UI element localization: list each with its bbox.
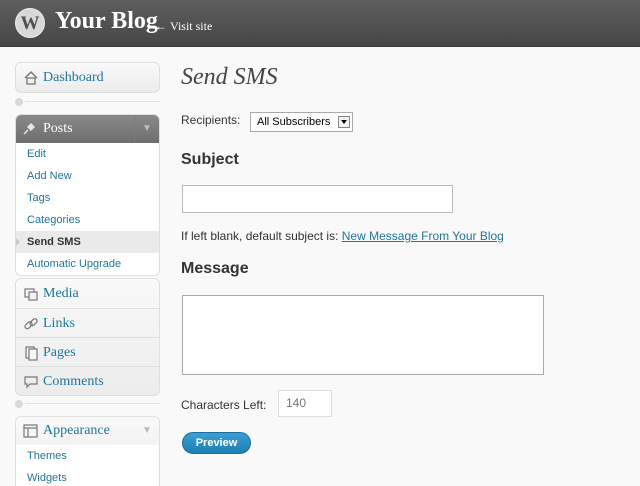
menu-separator xyxy=(15,98,160,106)
media-icon xyxy=(24,288,38,301)
separator-dot xyxy=(15,98,23,106)
menu-item-label: Posts xyxy=(43,121,73,136)
submenu-item-send-sms[interactable]: Send SMS xyxy=(16,231,159,253)
menu-appearance-box: Appearance ▼ Themes Widgets xyxy=(15,416,160,486)
wordpress-logo-icon: W xyxy=(15,8,45,38)
menu-separator xyxy=(15,400,160,408)
visit-site-link[interactable]: ← Visit site xyxy=(155,19,212,34)
submenu-item-automatic-upgrade[interactable]: Automatic Upgrade xyxy=(16,253,159,275)
submenu-item-categories[interactable]: Categories xyxy=(16,209,159,231)
menu-item-label: Comments xyxy=(43,374,104,389)
chevron-down-icon[interactable]: ▼ xyxy=(135,417,159,445)
recipients-select[interactable]: All Subscribers xyxy=(250,112,353,132)
menu-dashboard-box: Dashboard xyxy=(15,62,160,93)
default-note-text: If left blank, default subject is: xyxy=(181,229,342,243)
message-heading: Message xyxy=(181,260,249,277)
menu-content-box: Media Links Pages Comments xyxy=(15,278,160,396)
house-icon xyxy=(24,70,38,85)
recipients-selected-value: All Subscribers xyxy=(257,116,331,128)
submenu-item-themes[interactable]: Themes xyxy=(16,445,159,467)
appearance-icon xyxy=(23,424,38,438)
submenu-item-widgets[interactable]: Widgets xyxy=(16,467,159,486)
pages-icon xyxy=(25,346,38,361)
pushpin-icon xyxy=(23,123,35,135)
current-pointer-icon xyxy=(16,237,20,247)
menu-item-label: Pages xyxy=(43,345,76,360)
admin-header: W Your Blog ← Visit site xyxy=(0,0,640,47)
menu-item-appearance[interactable]: Appearance ▼ xyxy=(16,417,159,445)
recipients-label: Recipients: xyxy=(181,113,241,127)
default-subject-link[interactable]: New Message From Your Blog xyxy=(342,229,504,243)
submenu-item-edit[interactable]: Edit xyxy=(16,143,159,165)
menu-item-label: Dashboard xyxy=(43,70,104,85)
menu-item-comments[interactable]: Comments xyxy=(16,366,159,395)
visit-site-label: Visit site xyxy=(170,19,213,33)
menu-item-posts[interactable]: Posts ▼ xyxy=(16,115,159,143)
menu-item-media[interactable]: Media xyxy=(16,279,159,308)
page-title: Send SMS xyxy=(181,64,278,90)
menu-item-pages[interactable]: Pages xyxy=(16,337,159,366)
menu-item-links[interactable]: Links xyxy=(16,308,159,337)
separator-dot xyxy=(15,400,23,408)
default-subject-note: If left blank, default subject is: New M… xyxy=(181,229,504,243)
menu-item-label: Links xyxy=(43,316,75,331)
submenu-item-label: Send SMS xyxy=(27,236,81,248)
preview-button[interactable]: Preview xyxy=(182,432,251,454)
left-arrow-icon: ← xyxy=(155,19,167,33)
message-textarea[interactable] xyxy=(182,295,544,375)
subject-heading: Subject xyxy=(181,151,239,168)
menu-posts-box: Posts ▼ Edit Add New Tags Categories Sen… xyxy=(15,114,160,276)
submenu-item-add-new[interactable]: Add New xyxy=(16,165,159,187)
menu-item-label: Appearance xyxy=(43,423,110,438)
menu-item-label: Media xyxy=(43,286,79,301)
menu-item-dashboard[interactable]: Dashboard xyxy=(16,63,159,92)
characters-left-label: Characters Left: xyxy=(181,398,267,412)
chevron-down-icon[interactable]: ▼ xyxy=(134,115,159,143)
subject-input[interactable] xyxy=(182,185,453,213)
dropdown-arrow-icon xyxy=(338,116,350,128)
posts-submenu: Edit Add New Tags Categories Send SMS Au… xyxy=(16,143,159,275)
submenu-item-tags[interactable]: Tags xyxy=(16,187,159,209)
speech-bubble-icon xyxy=(24,376,38,389)
characters-left-field: 140 xyxy=(278,390,332,417)
site-title: Your Blog xyxy=(55,8,158,34)
chain-link-icon xyxy=(24,318,38,330)
